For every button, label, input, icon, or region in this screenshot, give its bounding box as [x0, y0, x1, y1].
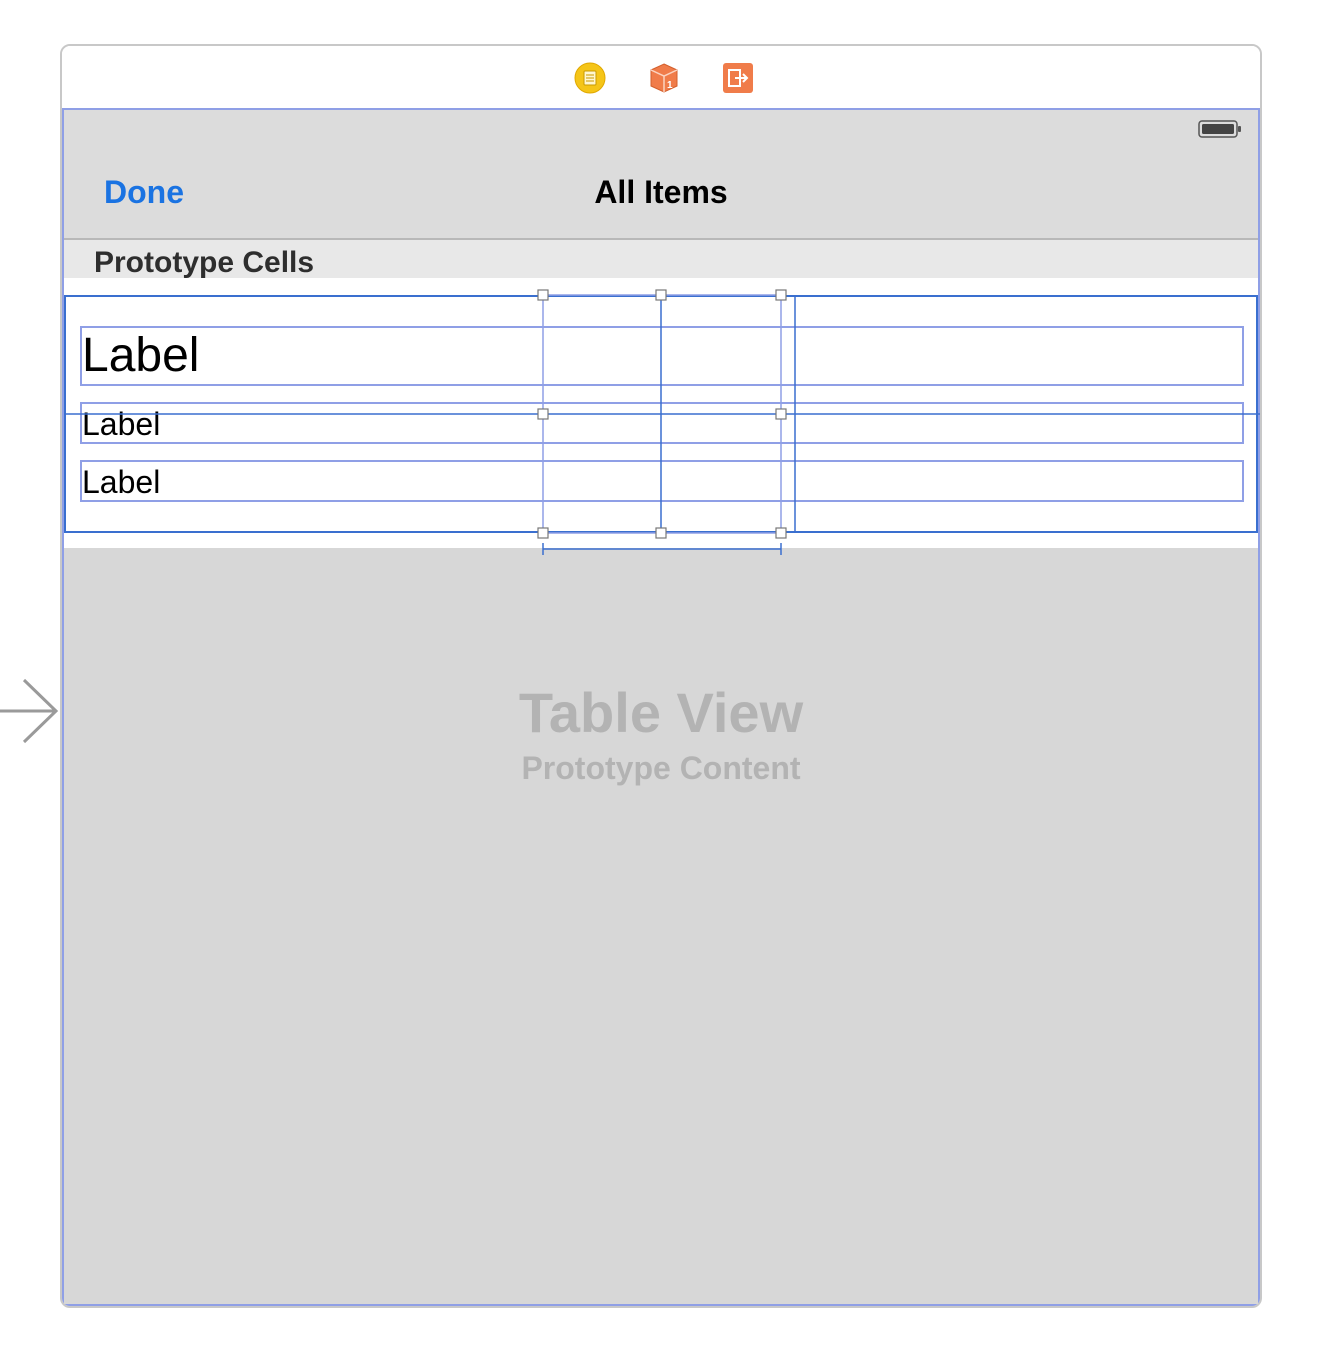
table-view-controller-canvas[interactable]: Done All Items Prototype Cells Label Lab…	[62, 108, 1260, 1306]
navigation-title: All Items	[594, 174, 728, 210]
storyboard-entry-arrow-icon	[0, 678, 59, 744]
exit-icon[interactable]	[722, 62, 754, 94]
section-header-label: Prototype Cells	[94, 246, 315, 279]
prototype-cells-header: Prototype Cells	[64, 240, 1258, 279]
battery-icon	[1198, 120, 1241, 138]
view-controller-scene[interactable]: 1 Done All Items Prototype Cells Label L…	[60, 44, 1262, 1308]
view-controller-icon[interactable]	[574, 62, 606, 94]
table-view-body[interactable]	[64, 550, 1258, 1304]
table-view-placeholder-title: Table View	[518, 681, 804, 744]
table-view-placeholder-subtitle: Prototype Content	[521, 750, 801, 786]
navigation-bar[interactable]: Done All Items	[64, 150, 1258, 240]
scene-dock: 1	[62, 46, 1260, 108]
svg-text:1: 1	[667, 80, 673, 91]
cell-title-label[interactable]: Label	[80, 326, 1244, 386]
cell-subtitle-label[interactable]: Label	[80, 402, 1244, 444]
status-bar	[64, 110, 1258, 150]
cell-detail-label[interactable]: Label	[80, 460, 1244, 502]
first-responder-icon[interactable]: 1	[648, 62, 680, 94]
